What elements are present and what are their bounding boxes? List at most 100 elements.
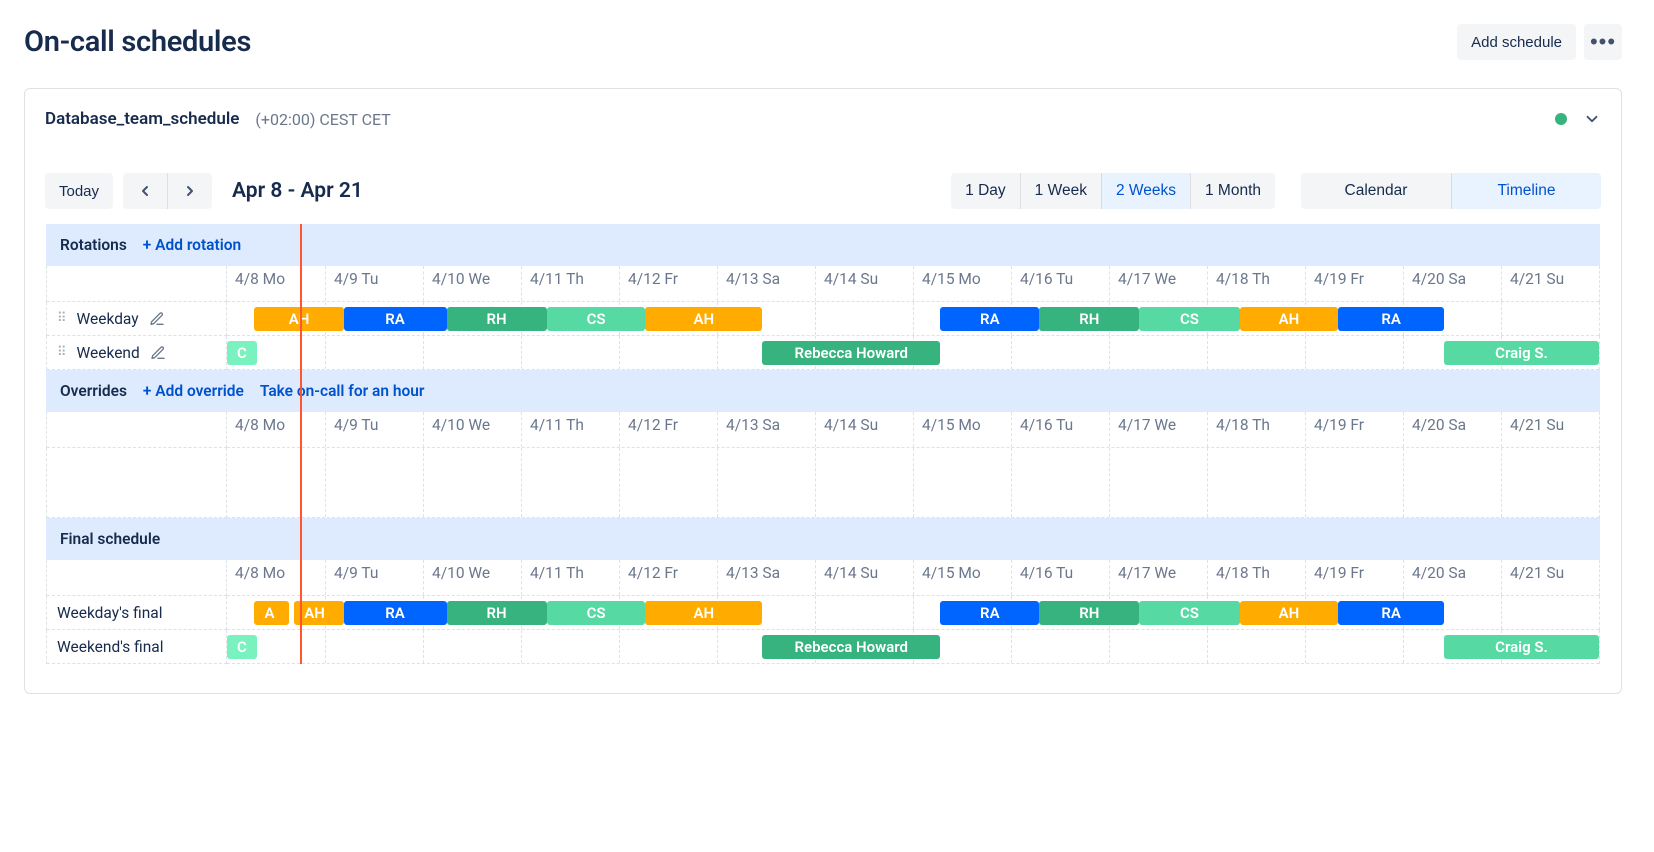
date-header-cell: 4/12 Fr (619, 412, 717, 447)
mode-timeline[interactable]: Timeline (1451, 173, 1601, 209)
date-header-cell: 4/18 Th (1207, 560, 1305, 595)
add-override-button[interactable]: + Add override (143, 382, 244, 400)
date-header-cell: 4/20 Sa (1403, 266, 1501, 301)
mode-calendar[interactable]: Calendar (1301, 173, 1451, 209)
rotation-label: Weekday (77, 310, 139, 328)
oncall-bar[interactable]: CS (547, 307, 646, 331)
view-2weeks[interactable]: 2 Weeks (1101, 173, 1190, 209)
date-header-cell: 4/15 Mo (913, 560, 1011, 595)
date-header-cell: 4/8 Mo (227, 560, 325, 595)
take-oncall-button[interactable]: Take on-call for an hour (260, 382, 425, 400)
date-header-cell: 4/15 Mo (913, 412, 1011, 447)
dates-empty-cell (47, 560, 227, 596)
oncall-bar[interactable]: AH (294, 601, 343, 625)
oncall-bar[interactable]: AH (1240, 307, 1339, 331)
date-header-cell: 4/16 Tu (1011, 266, 1109, 301)
date-header-cell: 4/12 Fr (619, 560, 717, 595)
date-header-overrides: 4/8 Mo4/9 Tu4/10 We4/11 Th4/12 Fr4/13 Sa… (227, 412, 1599, 447)
oncall-bar[interactable]: RH (447, 307, 547, 331)
oncall-bar[interactable]: A (254, 601, 288, 625)
date-header-cell: 4/13 Sa (717, 412, 815, 447)
date-header-cell: 4/18 Th (1207, 266, 1305, 301)
oncall-bar[interactable]: CS (1139, 601, 1239, 625)
oncall-bar[interactable]: AH (645, 601, 762, 625)
oncall-bar[interactable]: RA (940, 307, 1039, 331)
section-overrides-head: Overrides + Add override Take on-call fo… (46, 370, 1600, 412)
view-1month[interactable]: 1 Month (1190, 173, 1275, 209)
rotation-row-weekend: ⠿ Weekend CRebecca HowardCraig S. (46, 336, 1600, 370)
date-header-cell: 4/11 Th (521, 412, 619, 447)
date-range-label: Apr 8 - Apr 21 (232, 179, 363, 203)
more-horizontal-icon: ••• (1590, 29, 1616, 55)
date-header-cell: 4/14 Su (815, 412, 913, 447)
add-rotation-button[interactable]: + Add rotation (143, 236, 241, 254)
schedule-timezone: (+02:00) CEST CET (255, 110, 390, 129)
drag-handle-icon[interactable]: ⠿ (57, 345, 67, 360)
dates-empty-cell (47, 266, 227, 302)
edit-icon[interactable] (149, 311, 165, 327)
final-row-weekend: Weekend's final C Rebecca Howard Craig S. (46, 630, 1600, 664)
date-header-cell: 4/14 Su (815, 266, 913, 301)
final-row-weekday: Weekday's final AAHRARHCSAHRARHCSAHRA (46, 596, 1600, 630)
next-range-button[interactable] (167, 173, 212, 209)
date-header-cell: 4/11 Th (521, 560, 619, 595)
date-header-cell: 4/9 Tu (325, 560, 423, 595)
chevron-down-icon (1583, 110, 1601, 128)
oncall-bar[interactable]: C (227, 635, 257, 659)
date-header-cell: 4/16 Tu (1011, 412, 1109, 447)
date-header-rotations: 4/8 Mo4/9 Tu4/10 We4/11 Th4/12 Fr4/13 Sa… (227, 266, 1599, 301)
date-header-cell: 4/12 Fr (619, 266, 717, 301)
date-header-cell: 4/18 Th (1207, 412, 1305, 447)
oncall-bar[interactable]: Rebecca Howard (762, 635, 940, 659)
edit-icon[interactable] (150, 345, 166, 361)
drag-handle-icon[interactable]: ⠿ (57, 311, 67, 326)
oncall-bar[interactable]: RH (1039, 307, 1139, 331)
oncall-bar[interactable]: Craig S. (1444, 635, 1599, 659)
oncall-bar[interactable]: RH (1039, 601, 1139, 625)
date-header-cell: 4/8 Mo (227, 266, 325, 301)
timeline: Rotations + Add rotation 4/8 Mo4/9 Tu4/1… (45, 223, 1601, 665)
oncall-bar[interactable]: AH (254, 307, 343, 331)
date-header-cell: 4/19 Fr (1305, 560, 1403, 595)
oncall-bar[interactable]: C (227, 341, 257, 365)
oncall-bar[interactable]: RH (447, 601, 547, 625)
date-header-final: 4/8 Mo4/9 Tu4/10 We4/11 Th4/12 Fr4/13 Sa… (227, 560, 1599, 595)
oncall-bar[interactable]: Craig S. (1444, 341, 1599, 365)
oncall-bar[interactable]: AH (1240, 601, 1339, 625)
section-final-head: Final schedule (46, 518, 1600, 560)
status-indicator (1555, 113, 1567, 125)
collapse-toggle[interactable] (1583, 110, 1601, 128)
oncall-bar[interactable]: RA (1338, 601, 1444, 625)
oncall-bar[interactable]: RA (344, 307, 447, 331)
oncall-bar[interactable]: RA (344, 601, 447, 625)
date-header-cell: 4/13 Sa (717, 266, 815, 301)
date-header-cell: 4/20 Sa (1403, 412, 1501, 447)
oncall-bar[interactable]: AH (645, 307, 762, 331)
oncall-bar[interactable]: RA (940, 601, 1039, 625)
date-header-cell: 4/19 Fr (1305, 412, 1403, 447)
date-header-cell: 4/21 Su (1501, 560, 1599, 595)
add-schedule-button[interactable]: Add schedule (1457, 24, 1576, 60)
page-title: On-call schedules (24, 25, 251, 59)
chevron-left-icon (137, 183, 153, 199)
schedule-card: Database_team_schedule (+02:00) CEST CET… (24, 88, 1622, 694)
date-header-cell: 4/17 We (1109, 412, 1207, 447)
date-header-cell: 4/14 Su (815, 560, 913, 595)
oncall-bar[interactable]: CS (1139, 307, 1239, 331)
section-rotations-head: Rotations + Add rotation (46, 224, 1600, 266)
chevron-right-icon (182, 183, 198, 199)
view-1day[interactable]: 1 Day (951, 173, 1020, 209)
today-button[interactable]: Today (45, 173, 113, 209)
display-mode-group: Calendar Timeline (1301, 173, 1601, 209)
view-1week[interactable]: 1 Week (1020, 173, 1101, 209)
oncall-bar[interactable]: RA (1338, 307, 1444, 331)
oncall-bar[interactable]: CS (547, 601, 646, 625)
oncall-bar[interactable]: Rebecca Howard (762, 341, 940, 365)
date-header-cell: 4/15 Mo (913, 266, 1011, 301)
section-overrides-title: Overrides (60, 382, 127, 400)
more-actions-button[interactable]: ••• (1584, 24, 1622, 60)
prev-range-button[interactable] (123, 173, 167, 209)
final-row-label: Weekend's final (57, 638, 163, 656)
final-row-label: Weekday's final (57, 604, 162, 622)
date-header-cell: 4/13 Sa (717, 560, 815, 595)
